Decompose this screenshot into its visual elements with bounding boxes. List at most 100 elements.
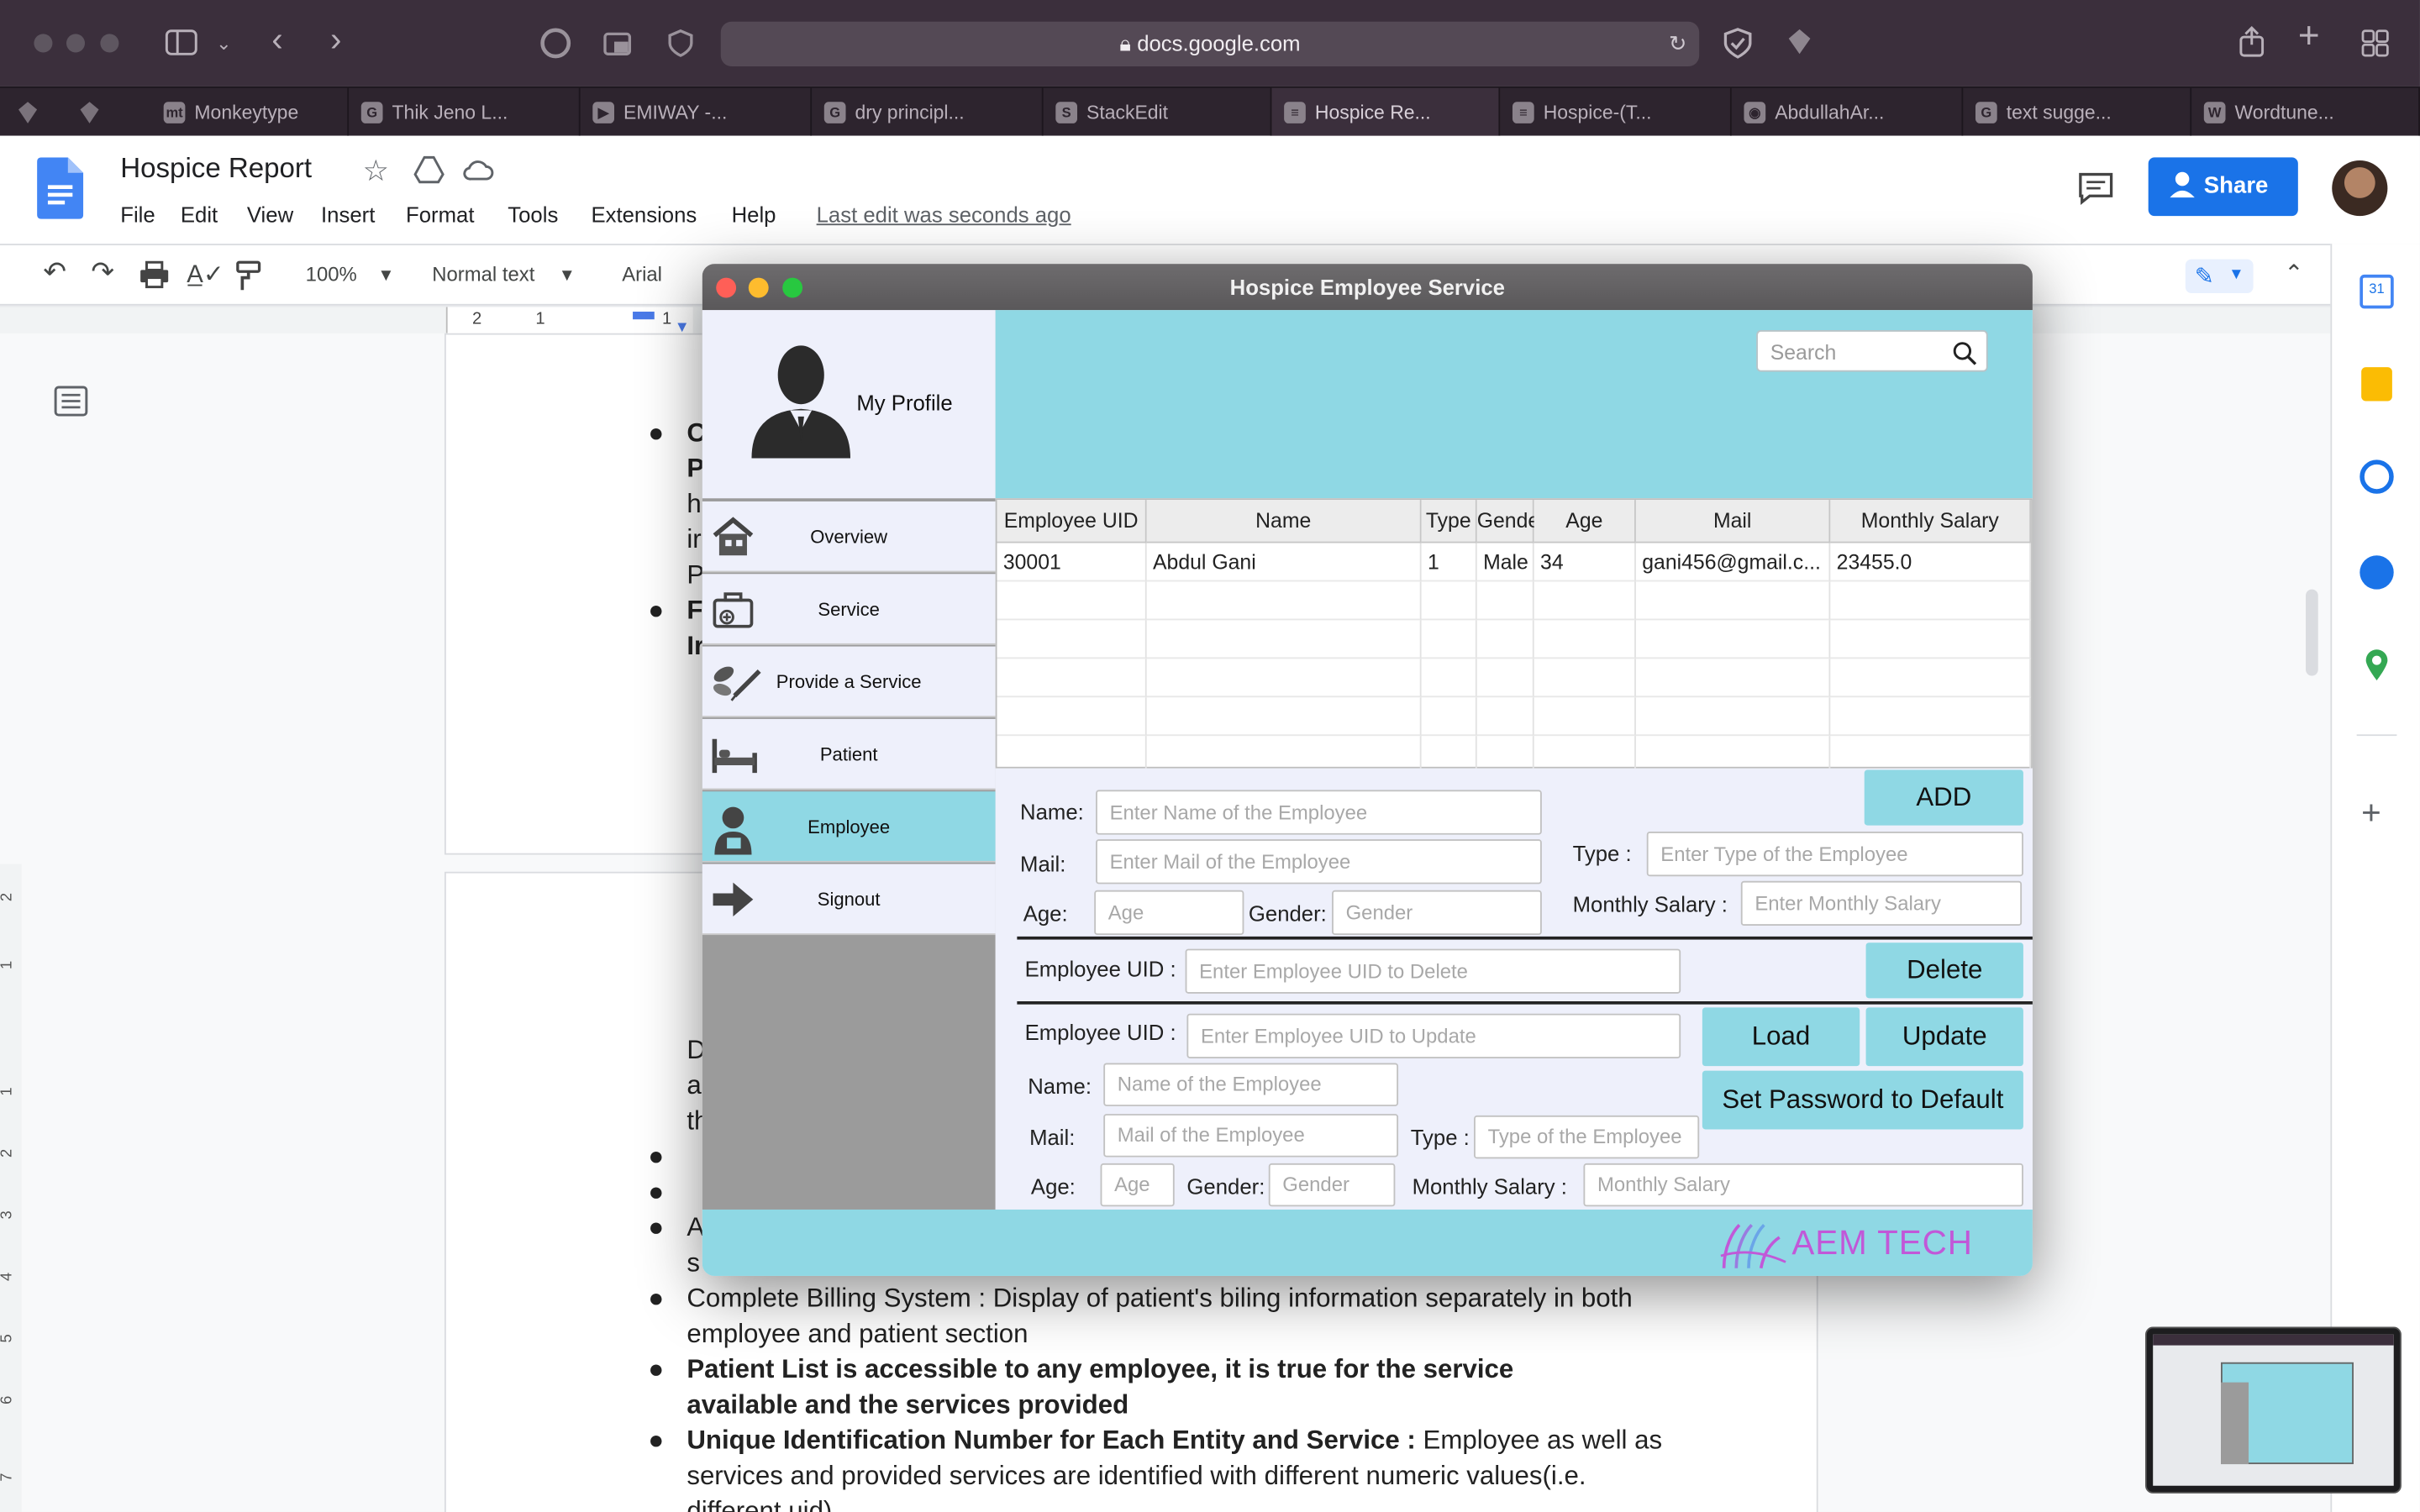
- column-header[interactable]: Gender: [1476, 500, 1546, 543]
- update-age-input[interactable]: Age: [1100, 1163, 1175, 1207]
- forward-icon[interactable]: ›: [330, 23, 341, 56]
- scrollbar[interactable]: [2306, 589, 2318, 676]
- avatar[interactable]: [2332, 160, 2388, 217]
- close-window-button[interactable]: [34, 34, 53, 53]
- browser-tab[interactable]: ◉ AbdullahAr...: [1732, 87, 1964, 138]
- menu-extensions[interactable]: Extensions: [591, 202, 697, 227]
- menu-file[interactable]: File: [120, 202, 155, 227]
- reload-icon[interactable]: ↻: [1669, 22, 1687, 66]
- paint-format-icon[interactable]: [234, 260, 262, 299]
- browser-tab[interactable]: Gdry principl...: [812, 87, 1044, 138]
- sidebar-item-patient[interactable]: Patient: [702, 718, 996, 790]
- browser-tab[interactable]: S StackEdit: [1044, 87, 1272, 138]
- add-type-input[interactable]: Enter Type of the Employee: [1646, 831, 2023, 877]
- zoom-window-button[interactable]: [100, 34, 119, 53]
- delete-uid-input[interactable]: Enter Employee UID to Delete: [1185, 948, 1681, 994]
- menu-tools[interactable]: Tools: [508, 202, 558, 227]
- minimize-window-button[interactable]: [748, 277, 769, 298]
- pinned-tab-icon[interactable]: [77, 100, 102, 124]
- minimize-window-button[interactable]: [66, 34, 86, 53]
- sidebar-item-employee[interactable]: Employee: [702, 791, 996, 863]
- pinned-tab-icon[interactable]: [15, 100, 39, 124]
- outline-icon[interactable]: [54, 386, 88, 424]
- font-select[interactable]: Arial: [622, 262, 662, 286]
- privacy-shield-icon[interactable]: [666, 28, 694, 66]
- column-header[interactable]: Age: [1534, 500, 1636, 543]
- add-age-input[interactable]: Age: [1094, 890, 1244, 936]
- address-bar[interactable]: 🔒︎ docs.google.com ↻: [720, 21, 1700, 66]
- tab-overview-icon[interactable]: [602, 28, 635, 66]
- add-salary-input[interactable]: Enter Monthly Salary: [1740, 880, 2023, 927]
- update-mail-input[interactable]: Mail of the Employee: [1103, 1114, 1399, 1158]
- print-icon[interactable]: [139, 260, 170, 296]
- editing-mode-button[interactable]: ✎ ▾: [2185, 259, 2254, 293]
- new-tab-icon[interactable]: +: [2298, 18, 2320, 55]
- add-addon-icon[interactable]: +: [2361, 793, 2381, 833]
- redo-icon[interactable]: ↷: [91, 256, 114, 289]
- update-uid-input[interactable]: Enter Employee UID to Update: [1186, 1013, 1681, 1058]
- update-gender-input[interactable]: Gender: [1268, 1163, 1396, 1207]
- add-name-input[interactable]: Enter Name of the Employee: [1096, 790, 1542, 835]
- share-icon[interactable]: [2238, 24, 2265, 63]
- column-header[interactable]: Type: [1421, 500, 1477, 543]
- tasks-icon[interactable]: [2360, 459, 2394, 494]
- undo-icon[interactable]: ↶: [43, 256, 66, 289]
- docs-logo-icon[interactable]: [37, 157, 84, 227]
- update-name-input[interactable]: Name of the Employee: [1103, 1063, 1399, 1106]
- move-to-drive-icon[interactable]: [413, 155, 445, 192]
- column-header[interactable]: Name: [1146, 500, 1422, 543]
- comments-icon[interactable]: [2077, 171, 2114, 213]
- style-select[interactable]: Normal text ▾: [432, 262, 571, 286]
- back-icon[interactable]: ‹: [271, 23, 282, 56]
- screenshot-thumbnail[interactable]: [2145, 1326, 2402, 1494]
- sidebar-item-service[interactable]: Service: [702, 574, 996, 645]
- table-row[interactable]: 30001 Abdul Gani 1 Male 34 gani456@gmail.c...…: [997, 543, 2033, 582]
- menu-view[interactable]: View: [247, 202, 293, 227]
- adblock-shield-icon[interactable]: [1723, 26, 1754, 68]
- table-row[interactable]: [997, 620, 2033, 659]
- browser-tab[interactable]: ≡ Hospice Re...: [1271, 87, 1501, 138]
- chevron-down-icon[interactable]: ⌄: [216, 29, 231, 57]
- spellcheck-icon[interactable]: A̲✓: [187, 260, 224, 291]
- document-title[interactable]: Hospice Report: [120, 153, 312, 186]
- set-password-default-button[interactable]: Set Password to Default: [1702, 1070, 2023, 1130]
- table-row[interactable]: [997, 659, 2033, 698]
- maps-icon[interactable]: [2363, 648, 2391, 690]
- search-input[interactable]: Search: [1756, 330, 1988, 372]
- browser-tab[interactable]: ≡ Hospice-(T...: [1500, 87, 1732, 138]
- sidebar-item-overview[interactable]: Overview: [702, 501, 996, 573]
- add-gender-input[interactable]: Gender: [1332, 890, 1542, 936]
- last-edit-link[interactable]: Last edit was seconds ago: [817, 202, 1071, 227]
- menu-help[interactable]: Help: [732, 202, 776, 227]
- browser-tab[interactable]: ▶ EMIWAY -...: [581, 87, 813, 138]
- share-button[interactable]: Share: [2148, 157, 2298, 217]
- menu-format[interactable]: Format: [406, 202, 474, 227]
- table-row[interactable]: [997, 697, 2033, 737]
- star-icon[interactable]: ☆: [363, 155, 389, 190]
- column-header[interactable]: Employee UID: [997, 500, 1147, 543]
- update-type-input[interactable]: Type of the Employee: [1474, 1115, 1700, 1159]
- browser-tab[interactable]: W Wordtune...: [2191, 87, 2420, 138]
- browser-tab[interactable]: G Thik Jeno L...: [349, 87, 581, 138]
- zoom-select[interactable]: 100% ▾: [306, 262, 392, 286]
- delete-button[interactable]: Delete: [1865, 942, 2023, 999]
- menu-insert[interactable]: Insert: [321, 202, 375, 227]
- add-button[interactable]: ADD: [1864, 769, 2023, 826]
- sidebar-toggle-icon[interactable]: [165, 29, 199, 62]
- update-salary-input[interactable]: Monthly Salary: [1583, 1163, 2023, 1207]
- add-mail-input[interactable]: Enter Mail of the Employee: [1096, 839, 1542, 885]
- profile-panel[interactable]: My Profile: [702, 310, 996, 499]
- employee-table[interactable]: Employee UID Name Type Gender Age Mail Monthly…: [995, 498, 2033, 775]
- browser-tab[interactable]: Gtext sugge...: [1963, 87, 2192, 138]
- close-window-button[interactable]: [716, 277, 737, 298]
- sidebar-item-provide-a-service[interactable]: Provide a Service: [702, 646, 996, 718]
- keep-icon[interactable]: [2361, 367, 2392, 402]
- menu-edit[interactable]: Edit: [181, 202, 218, 227]
- calendar-icon[interactable]: 31: [2360, 274, 2394, 309]
- sidebar-item-signout[interactable]: Signout: [702, 864, 996, 936]
- vertical-ruler[interactable]: 2 1 1 2 3 4 5 6 7: [0, 864, 22, 1512]
- extension-icon[interactable]: [1786, 26, 1813, 65]
- column-header[interactable]: Monthly Salary: [1830, 500, 2032, 543]
- grammarly-icon[interactable]: [540, 28, 571, 66]
- table-row[interactable]: [997, 581, 2033, 621]
